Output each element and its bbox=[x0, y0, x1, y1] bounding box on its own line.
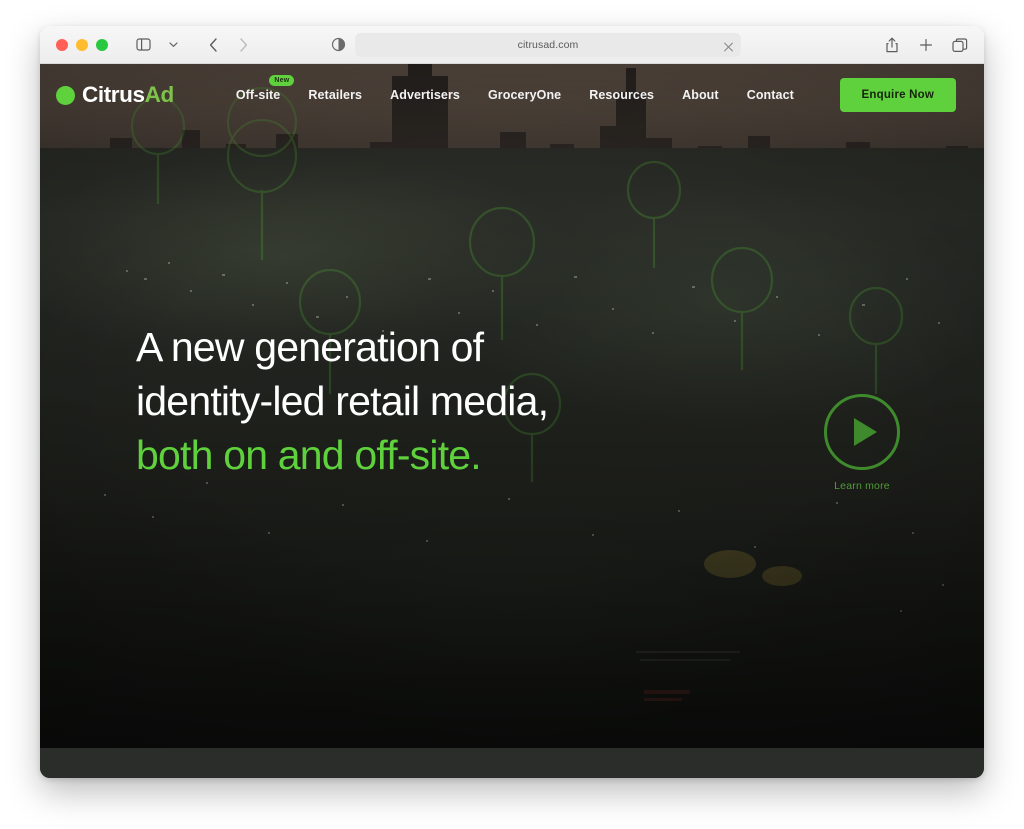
close-icon[interactable] bbox=[723, 40, 734, 52]
screenshot-stage: citrusad.com CitrusAd Off-site New Retai… bbox=[0, 0, 1024, 829]
nav-label: Advertisers bbox=[390, 88, 460, 102]
nav-label: About bbox=[682, 88, 719, 102]
site-logo[interactable]: CitrusAd bbox=[56, 82, 174, 108]
page-footer-band bbox=[40, 748, 984, 778]
logo-wordmark: CitrusAd bbox=[82, 82, 174, 108]
url-text: citrusad.com bbox=[517, 39, 579, 51]
headline-line-3: both on and off-site. bbox=[136, 432, 482, 479]
nav-item-resources[interactable]: Resources bbox=[575, 88, 668, 102]
nav-item-contact[interactable]: Contact bbox=[733, 88, 808, 102]
tabs-icon[interactable] bbox=[950, 33, 970, 57]
navigation-controls bbox=[130, 33, 256, 57]
enquire-now-button[interactable]: Enquire Now bbox=[839, 78, 956, 112]
nav-item-about[interactable]: About bbox=[668, 88, 733, 102]
hero-headline: A new generation of identity-led retail … bbox=[136, 320, 549, 482]
page-viewport: CitrusAd Off-site New Retailers Advertis… bbox=[40, 64, 984, 778]
address-bar[interactable]: citrusad.com bbox=[355, 33, 741, 57]
share-icon[interactable] bbox=[882, 33, 902, 57]
plus-icon[interactable] bbox=[916, 33, 936, 57]
site-navbar: CitrusAd Off-site New Retailers Advertis… bbox=[40, 64, 984, 126]
sidebar-icon[interactable] bbox=[130, 33, 156, 57]
close-window-button[interactable] bbox=[56, 38, 68, 51]
maximize-window-button[interactable] bbox=[96, 38, 108, 51]
chevron-left-icon[interactable] bbox=[200, 33, 226, 57]
learn-more-play-control[interactable]: Learn more bbox=[802, 394, 922, 492]
minimize-window-button[interactable] bbox=[76, 38, 88, 51]
chevron-down-icon[interactable] bbox=[160, 33, 186, 57]
nav-label: GroceryOne bbox=[487, 88, 562, 102]
privacy-shield-icon[interactable] bbox=[331, 37, 347, 53]
window-controls bbox=[56, 38, 108, 51]
nav-item-retailers[interactable]: Retailers bbox=[294, 88, 376, 102]
nav-item-offsite[interactable]: Off-site New bbox=[222, 75, 295, 102]
nav-label: Resources bbox=[589, 88, 655, 102]
hero-section: CitrusAd Off-site New Retailers Advertis… bbox=[40, 64, 984, 748]
learn-more-label: Learn more bbox=[834, 480, 890, 492]
logo-circle-icon bbox=[56, 85, 75, 105]
nav-label: Retailers bbox=[308, 88, 363, 102]
browser-toolbar: citrusad.com bbox=[40, 26, 984, 64]
headline-line-1: A new generation of bbox=[136, 324, 484, 370]
nav-item-groceryone[interactable]: GroceryOne bbox=[474, 88, 575, 102]
new-badge: New bbox=[269, 75, 295, 86]
browser-window: citrusad.com CitrusAd Off-site New Retai… bbox=[40, 26, 984, 778]
chevron-right-icon[interactable] bbox=[230, 33, 256, 57]
nav-item-advertisers[interactable]: Advertisers bbox=[376, 88, 474, 102]
play-icon[interactable] bbox=[824, 394, 900, 470]
address-bar-area: citrusad.com bbox=[331, 33, 741, 57]
headline-line-2: identity-led retail media, bbox=[136, 378, 549, 425]
nav-label: Contact bbox=[746, 88, 794, 102]
logo-text-citrus: Citrus bbox=[82, 82, 145, 107]
logo-text-ad: Ad bbox=[144, 82, 175, 107]
toolbar-right-actions bbox=[882, 26, 970, 64]
play-triangle bbox=[853, 418, 877, 446]
nav-label: Off-site bbox=[235, 88, 281, 102]
main-menu: Off-site New Retailers Advertisers Groce… bbox=[222, 75, 808, 102]
